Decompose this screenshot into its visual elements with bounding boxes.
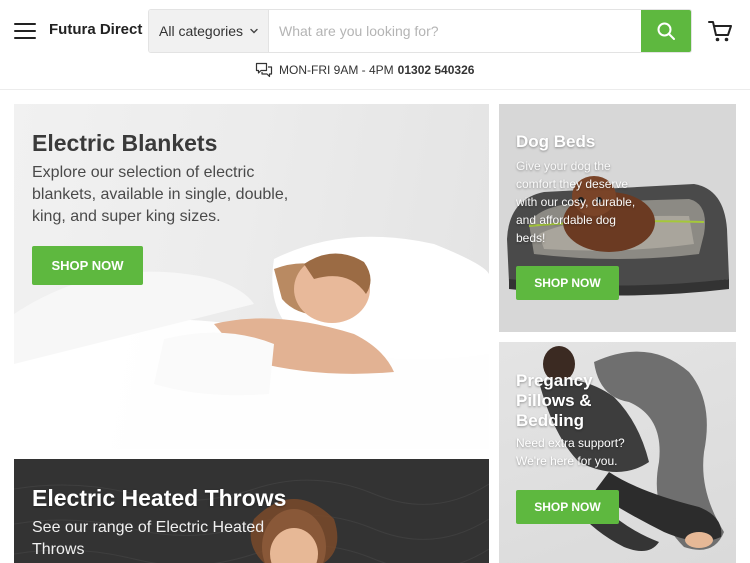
contact-hours: MON-FRI 9AM - 4PM 01302 540326 bbox=[255, 62, 474, 78]
tile-title: Electric Blankets bbox=[32, 130, 218, 156]
tile-title: Electric Heated Throws bbox=[32, 485, 287, 511]
tile-description: Need extra support? We're here for you. bbox=[516, 436, 625, 468]
menu-icon[interactable] bbox=[14, 22, 36, 40]
tile-description: See our range of Electric Heated Throws bbox=[32, 519, 265, 558]
search-bar: All categories bbox=[148, 9, 692, 53]
search-icon bbox=[657, 22, 675, 40]
category-select[interactable]: All categories bbox=[149, 10, 269, 52]
tile-description: Give your dog the comfort they deserve w… bbox=[516, 159, 636, 245]
cart-button[interactable] bbox=[707, 18, 733, 44]
tile-pregnancy-pillows[interactable]: Pregancy Pillows & Bedding Need extra su… bbox=[499, 342, 736, 563]
tile-dog-beds[interactable]: Dog Beds Give your dog the comfort they … bbox=[499, 104, 736, 332]
site-header: Futura Direct All categories MON-FRI bbox=[0, 0, 750, 90]
shop-now-button[interactable]: SHOP NOW bbox=[32, 246, 143, 285]
site-logo[interactable]: Futura Direct bbox=[49, 21, 142, 38]
shop-now-button[interactable]: SHOP NOW bbox=[516, 490, 619, 524]
search-button[interactable] bbox=[641, 10, 691, 52]
cart-icon bbox=[708, 21, 732, 42]
chevron-down-icon bbox=[250, 28, 258, 34]
shop-now-button[interactable]: SHOP NOW bbox=[516, 266, 619, 300]
tile-electric-blankets[interactable]: Electric Blankets Explore our selection … bbox=[14, 104, 489, 449]
category-select-label: All categories bbox=[159, 23, 244, 39]
tile-title: Dog Beds bbox=[516, 132, 596, 151]
tile-title: Pregancy Pillows & Bedding bbox=[516, 371, 593, 430]
tile-description: Explore our selection of electric blanke… bbox=[32, 164, 289, 225]
chat-icon bbox=[255, 62, 273, 78]
search-input[interactable] bbox=[269, 10, 641, 52]
tile-electric-heated-throws[interactable]: Electric Heated Throws See our range of … bbox=[14, 459, 489, 563]
contact-hours-text: MON-FRI 9AM - 4PM bbox=[279, 63, 394, 77]
phone-number[interactable]: 01302 540326 bbox=[398, 63, 475, 77]
